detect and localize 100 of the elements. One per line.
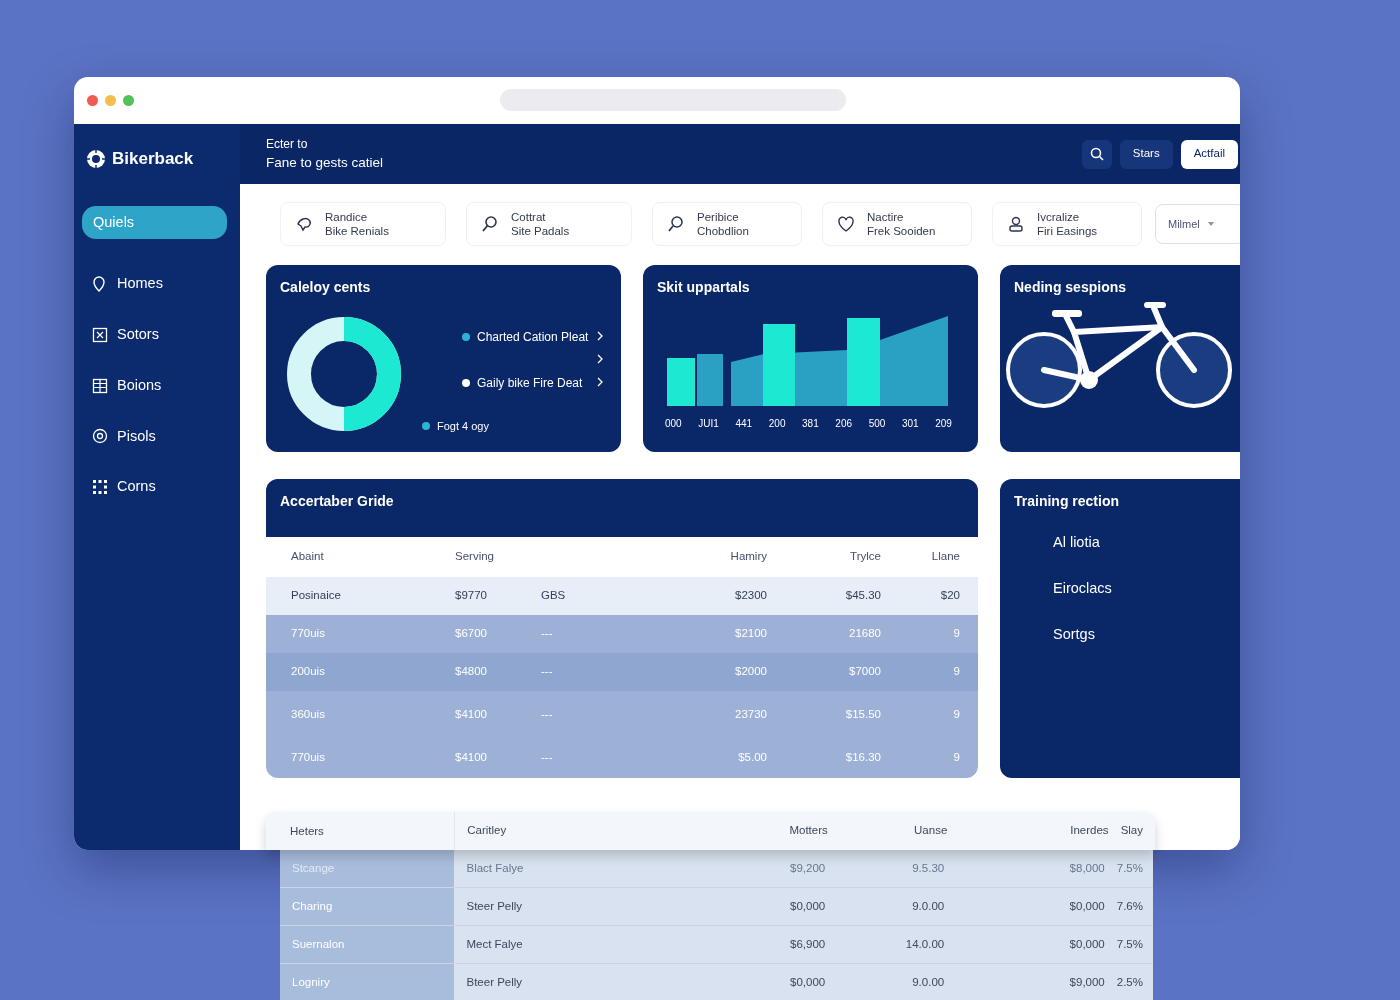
bar [697,354,723,406]
table-cell: $20 [882,577,978,615]
table-cell: 360uis [290,691,454,739]
axis-label: 381 [802,417,819,431]
table-cell-text: 770uis [290,750,326,766]
minimize-dot[interactable] [105,95,116,106]
sidebar-item[interactable]: Pisols [82,419,227,454]
table-cell: $2000 [686,653,768,691]
chevron-icon[interactable] [596,354,604,364]
table-cell: $4100 [454,691,540,739]
header-button[interactable]: Stars [1119,139,1173,169]
quick-link[interactable]: Peribice Chobdlion [652,202,802,246]
legend-item: Charted Cation Pleat [462,328,589,346]
column-header: Slay [1119,823,1144,839]
axis-label: 301 [901,417,919,431]
quick-link[interactable]: Randice Bike Renials [280,202,446,246]
table-cell: --- [540,691,686,739]
brand-name: Bikerback [112,148,194,170]
sidebar-item[interactable]: Corns [82,470,227,504]
column-header: Llane [882,537,978,577]
table-cell-text: $6,900 [789,936,826,952]
table-cell-text: $16.30 [844,750,882,766]
table-cell: --- [540,653,686,691]
table-cell: 9 [882,615,978,653]
header-caption: Ecter to [266,135,309,153]
table-cell: $2300 [686,577,768,615]
column-header: Motters [788,823,828,839]
caret-icon [1207,222,1214,226]
table-cell-text: Bteer Pelly [465,974,524,990]
search-icon [1089,147,1104,161]
legend-item: Fogt 4 ogy [422,418,489,435]
table-cell-text: Blact Falye [465,860,525,876]
sidebar-item[interactable]: Boions [82,368,227,403]
table-cell: 200uis [290,653,454,691]
table-cell-text: 7.6% [1115,898,1144,914]
table-cell-text: --- [540,750,554,766]
table-cell-text: 7.5% [1115,860,1144,876]
table-cell: $15.50 [768,691,882,739]
target-icon [92,428,108,445]
column-header: Serving [454,537,540,577]
table-title: Accertaber Gride [279,492,395,511]
gear-logo-icon [86,148,106,169]
table-cell-text: 7.5% [1115,936,1144,952]
training-item[interactable]: Eiroclacs [1053,577,1240,600]
legend-item: Gaily bike Fire Deat [462,374,583,392]
header-button[interactable]: Actfail [1180,139,1238,169]
axis-label: 441 [735,417,753,431]
sidebar-item[interactable]: Homes [82,267,227,301]
table-cell-text: $8,000 [1068,860,1105,876]
table-cell: Posinaice [290,577,454,615]
table-cell-text: $0,000 [1068,936,1105,952]
table-cell-text: $0,000 [789,974,826,990]
column-header: Uanse [913,823,948,839]
table-cell: 23730 [686,691,768,739]
quick-link[interactable]: Cottrat Site Padals [466,202,632,246]
axis-label: 500 [868,417,886,431]
table-cell-text: $9,200 [789,860,826,876]
column-header: Trylce [768,537,882,577]
column-header: Caritley [466,823,508,839]
table-cell-text: $0,000 [1068,898,1105,914]
card-title: Skit uppartals [656,278,751,297]
table-cell: Stcange [280,850,455,887]
dropdown[interactable]: Milmel [1155,204,1240,244]
quick-link[interactable]: Ivcralize Firi Easings [992,202,1142,246]
x-box-icon [92,326,108,343]
table-cell: $9770 [454,577,540,615]
axis-label: JUI1 [698,417,719,431]
sidebar-item[interactable]: Sotors [82,318,227,352]
table-cell-text: $4100 [454,750,488,766]
table-cell: 9 [882,653,978,691]
table-cell-text: 9.0.00 [911,898,945,914]
quick-link[interactable]: Nactire Frek Sooiden [822,202,972,246]
table-cell: Suernalon [280,926,455,963]
search-button[interactable] [1081,139,1112,169]
table-cell-text: 14.0.00 [904,936,945,952]
table-cell-text: Mect Falye [465,936,524,952]
table-cell: $6700 [454,615,540,653]
table-cell: Logniry [280,964,455,1000]
chevron-icon[interactable] [596,331,604,341]
bar [667,358,695,406]
search-icon [481,215,499,233]
maximize-dot[interactable] [123,95,134,106]
table-cell: 9 [882,691,978,739]
card-title: Neding sespions [1013,278,1128,297]
table-cell: $2100 [686,615,768,653]
table-cell-text: 9 [952,750,961,766]
table-cell-text: 9.5.30 [911,860,945,876]
training-item[interactable]: Sortgs [1053,623,1240,646]
axis-label: 200 [768,417,786,431]
close-dot[interactable] [87,95,98,106]
table-cell-text: 2.5% [1115,974,1144,990]
table-cell: 21680 [768,615,882,653]
table-cell-text: $5.00 [737,750,768,766]
table-cell: GBS [540,577,686,615]
training-item[interactable]: Al liotia [1053,532,1240,554]
chevron-icon[interactable] [596,377,604,387]
map-pin-icon [92,276,108,293]
card-title: Training rection [1013,492,1120,511]
table-cell: $45.30 [768,577,882,615]
table-cell: Charing [280,888,455,925]
